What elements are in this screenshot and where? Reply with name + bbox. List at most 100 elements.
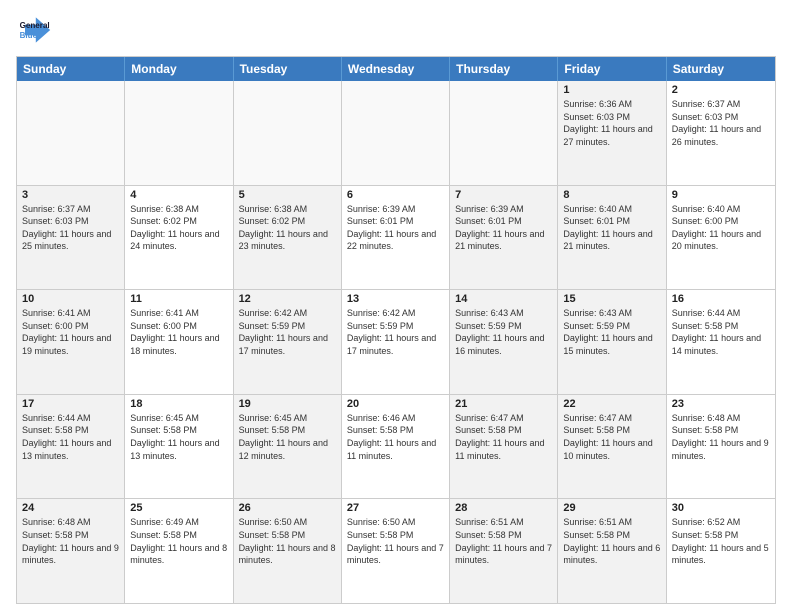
calendar-cell: 15Sunrise: 6:43 AM Sunset: 5:59 PM Dayli…: [558, 290, 666, 394]
day-number: 12: [239, 293, 336, 305]
day-info: Sunrise: 6:41 AM Sunset: 6:00 PM Dayligh…: [22, 307, 119, 357]
calendar-cell: 1 Sunrise: 6:36 AM Sunset: 6:03 PM Daylig…: [558, 81, 666, 185]
calendar-cell: 30 Sunrise: 6:52 AM Sunset: 5:58 PM Dayli…: [667, 499, 775, 603]
calendar-cell: 10 Sunrise: 6:41 AM Sunset: 6:00 PM Dayli…: [17, 290, 125, 394]
day-info: Sunrise: 6:50 AM Sunset: 5:58 PM Dayligh…: [347, 516, 444, 566]
calendar-cell: 22 Sunrise: 6:47 AM Sunset: 5:58 PM Dayli…: [558, 395, 666, 499]
day-info: Sunrise: 6:48 AM Sunset: 5:58 PM Dayligh…: [22, 516, 119, 566]
day-number: 19: [239, 398, 336, 410]
day-info: Sunrise: 6:38 AM Sunset: 6:02 PM Dayligh…: [239, 203, 336, 253]
logo: General Blue: [16, 12, 52, 48]
day-info: Sunrise: 6:37 AM Sunset: 6:03 PM Dayligh…: [22, 203, 119, 253]
calendar-header-cell: Thursday: [450, 57, 558, 81]
day-number: 18: [130, 398, 227, 410]
logo-icon: General Blue: [16, 12, 52, 48]
day-info: Sunrise: 6:42 AM Sunset: 5:59 PM Dayligh…: [347, 307, 444, 357]
page: General Blue SundayMondayTuesdayWednesda…: [0, 0, 792, 612]
calendar-cell: 29Sunrise: 6:51 AM Sunset: 5:58 PM Dayli…: [558, 499, 666, 603]
calendar-cell: 6Sunrise: 6:39 AM Sunset: 6:01 PM Daylig…: [342, 186, 450, 290]
day-info: Sunrise: 6:51 AM Sunset: 5:58 PM Dayligh…: [455, 516, 552, 566]
day-number: 22: [563, 398, 660, 410]
calendar-cell: [450, 81, 558, 185]
day-number: 1: [563, 84, 660, 96]
day-info: Sunrise: 6:44 AM Sunset: 5:58 PM Dayligh…: [22, 412, 119, 462]
day-number: 30: [672, 502, 770, 514]
day-info: Sunrise: 6:47 AM Sunset: 5:58 PM Dayligh…: [455, 412, 552, 462]
calendar-body: 1 Sunrise: 6:36 AM Sunset: 6:03 PM Daylig…: [17, 81, 775, 603]
calendar-header: SundayMondayTuesdayWednesdayThursdayFrid…: [17, 57, 775, 81]
calendar-week: 1 Sunrise: 6:36 AM Sunset: 6:03 PM Daylig…: [17, 81, 775, 186]
day-number: 25: [130, 502, 227, 514]
day-info: Sunrise: 6:47 AM Sunset: 5:58 PM Dayligh…: [563, 412, 660, 462]
calendar-cell: 26 Sunrise: 6:50 AM Sunset: 5:58 PM Dayli…: [234, 499, 342, 603]
day-number: 26: [239, 502, 336, 514]
svg-text:General: General: [20, 21, 50, 30]
calendar-header-cell: Tuesday: [234, 57, 342, 81]
calendar-cell: 12 Sunrise: 6:42 AM Sunset: 5:59 PM Dayli…: [234, 290, 342, 394]
day-info: Sunrise: 6:50 AM Sunset: 5:58 PM Dayligh…: [239, 516, 336, 566]
day-info: Sunrise: 6:52 AM Sunset: 5:58 PM Dayligh…: [672, 516, 770, 566]
calendar-cell: [342, 81, 450, 185]
calendar-cell: 7 Sunrise: 6:39 AM Sunset: 6:01 PM Daylig…: [450, 186, 558, 290]
day-number: 9: [672, 189, 770, 201]
day-number: 28: [455, 502, 552, 514]
header: General Blue: [16, 12, 776, 48]
day-number: 11: [130, 293, 227, 305]
day-number: 15: [563, 293, 660, 305]
day-number: 6: [347, 189, 444, 201]
day-number: 24: [22, 502, 119, 514]
day-number: 14: [455, 293, 552, 305]
day-info: Sunrise: 6:40 AM Sunset: 6:01 PM Dayligh…: [563, 203, 660, 253]
calendar-cell: [125, 81, 233, 185]
day-info: Sunrise: 6:43 AM Sunset: 5:59 PM Dayligh…: [455, 307, 552, 357]
day-number: 7: [455, 189, 552, 201]
calendar-cell: 4Sunrise: 6:38 AM Sunset: 6:02 PM Daylig…: [125, 186, 233, 290]
calendar-cell: 28 Sunrise: 6:51 AM Sunset: 5:58 PM Dayli…: [450, 499, 558, 603]
day-info: Sunrise: 6:40 AM Sunset: 6:00 PM Dayligh…: [672, 203, 770, 253]
day-number: 23: [672, 398, 770, 410]
calendar-cell: 25 Sunrise: 6:49 AM Sunset: 5:58 PM Dayli…: [125, 499, 233, 603]
calendar-week: 3 Sunrise: 6:37 AM Sunset: 6:03 PM Daylig…: [17, 186, 775, 291]
day-info: Sunrise: 6:37 AM Sunset: 6:03 PM Dayligh…: [672, 98, 770, 148]
calendar-cell: 8 Sunrise: 6:40 AM Sunset: 6:01 PM Daylig…: [558, 186, 666, 290]
day-number: 27: [347, 502, 444, 514]
day-number: 16: [672, 293, 770, 305]
day-number: 8: [563, 189, 660, 201]
calendar-week: 24 Sunrise: 6:48 AM Sunset: 5:58 PM Dayli…: [17, 499, 775, 603]
calendar-cell: 16 Sunrise: 6:44 AM Sunset: 5:58 PM Dayli…: [667, 290, 775, 394]
calendar-cell: 2 Sunrise: 6:37 AM Sunset: 6:03 PM Daylig…: [667, 81, 775, 185]
day-info: Sunrise: 6:49 AM Sunset: 5:58 PM Dayligh…: [130, 516, 227, 566]
day-number: 3: [22, 189, 119, 201]
calendar-cell: [234, 81, 342, 185]
day-number: 2: [672, 84, 770, 96]
day-number: 21: [455, 398, 552, 410]
calendar-cell: 24 Sunrise: 6:48 AM Sunset: 5:58 PM Dayli…: [17, 499, 125, 603]
day-info: Sunrise: 6:44 AM Sunset: 5:58 PM Dayligh…: [672, 307, 770, 357]
day-number: 10: [22, 293, 119, 305]
calendar-cell: 3 Sunrise: 6:37 AM Sunset: 6:03 PM Daylig…: [17, 186, 125, 290]
day-number: 20: [347, 398, 444, 410]
calendar: SundayMondayTuesdayWednesdayThursdayFrid…: [16, 56, 776, 604]
calendar-cell: 14 Sunrise: 6:43 AM Sunset: 5:59 PM Dayli…: [450, 290, 558, 394]
svg-text:Blue: Blue: [20, 31, 38, 40]
calendar-header-cell: Wednesday: [342, 57, 450, 81]
calendar-cell: 9 Sunrise: 6:40 AM Sunset: 6:00 PM Daylig…: [667, 186, 775, 290]
calendar-cell: 18Sunrise: 6:45 AM Sunset: 5:58 PM Dayli…: [125, 395, 233, 499]
day-info: Sunrise: 6:46 AM Sunset: 5:58 PM Dayligh…: [347, 412, 444, 462]
calendar-cell: 21 Sunrise: 6:47 AM Sunset: 5:58 PM Dayli…: [450, 395, 558, 499]
day-info: Sunrise: 6:42 AM Sunset: 5:59 PM Dayligh…: [239, 307, 336, 357]
calendar-cell: 27 Sunrise: 6:50 AM Sunset: 5:58 PM Dayli…: [342, 499, 450, 603]
day-info: Sunrise: 6:41 AM Sunset: 6:00 PM Dayligh…: [130, 307, 227, 357]
calendar-week: 17Sunrise: 6:44 AM Sunset: 5:58 PM Dayli…: [17, 395, 775, 500]
day-info: Sunrise: 6:36 AM Sunset: 6:03 PM Dayligh…: [563, 98, 660, 148]
day-number: 29: [563, 502, 660, 514]
calendar-cell: 11 Sunrise: 6:41 AM Sunset: 6:00 PM Dayli…: [125, 290, 233, 394]
calendar-cell: 19Sunrise: 6:45 AM Sunset: 5:58 PM Dayli…: [234, 395, 342, 499]
calendar-cell: 13 Sunrise: 6:42 AM Sunset: 5:59 PM Dayli…: [342, 290, 450, 394]
day-info: Sunrise: 6:39 AM Sunset: 6:01 PM Dayligh…: [455, 203, 552, 253]
day-number: 4: [130, 189, 227, 201]
day-number: 13: [347, 293, 444, 305]
calendar-header-cell: Friday: [558, 57, 666, 81]
calendar-cell: 17Sunrise: 6:44 AM Sunset: 5:58 PM Dayli…: [17, 395, 125, 499]
calendar-header-cell: Monday: [125, 57, 233, 81]
